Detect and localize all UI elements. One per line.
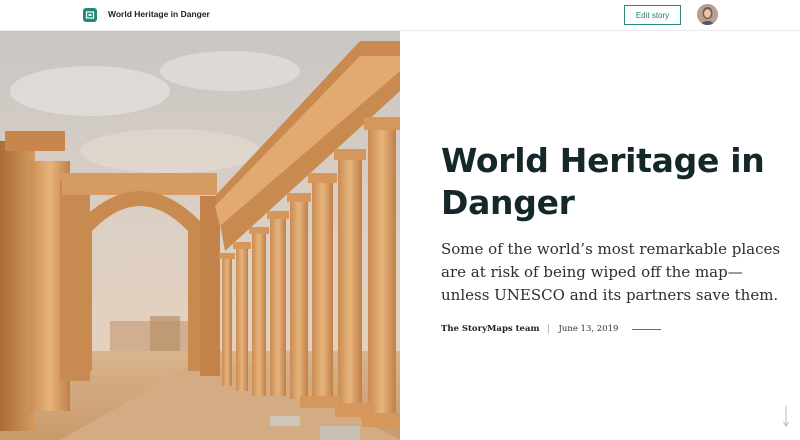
byline-divider [548, 324, 550, 334]
hero-image [0, 31, 400, 440]
user-avatar[interactable] [697, 4, 718, 25]
story-title: World Heritage in Danger [108, 9, 210, 19]
byline: The StoryMaps team June 13, 2019 [441, 324, 781, 334]
top-bar: World Heritage in Danger Edit story [0, 0, 800, 31]
scroll-down-arrow-icon[interactable] [783, 406, 789, 428]
byline-accent-rule [632, 328, 662, 330]
storymaps-logo-icon[interactable] [83, 8, 97, 22]
byline-date: June 13, 2019 [558, 324, 619, 334]
hero-title: World Heritage in Danger [441, 141, 765, 222]
hero-text-block: World Heritage in Danger Some of the wor… [441, 140, 781, 334]
edit-story-button[interactable]: Edit story [624, 5, 681, 25]
colonnade-ruins-illustration [0, 31, 400, 440]
hero-subtitle: Some of the world’s most remarkable plac… [441, 240, 781, 304]
byline-author: The StoryMaps team [441, 324, 540, 334]
